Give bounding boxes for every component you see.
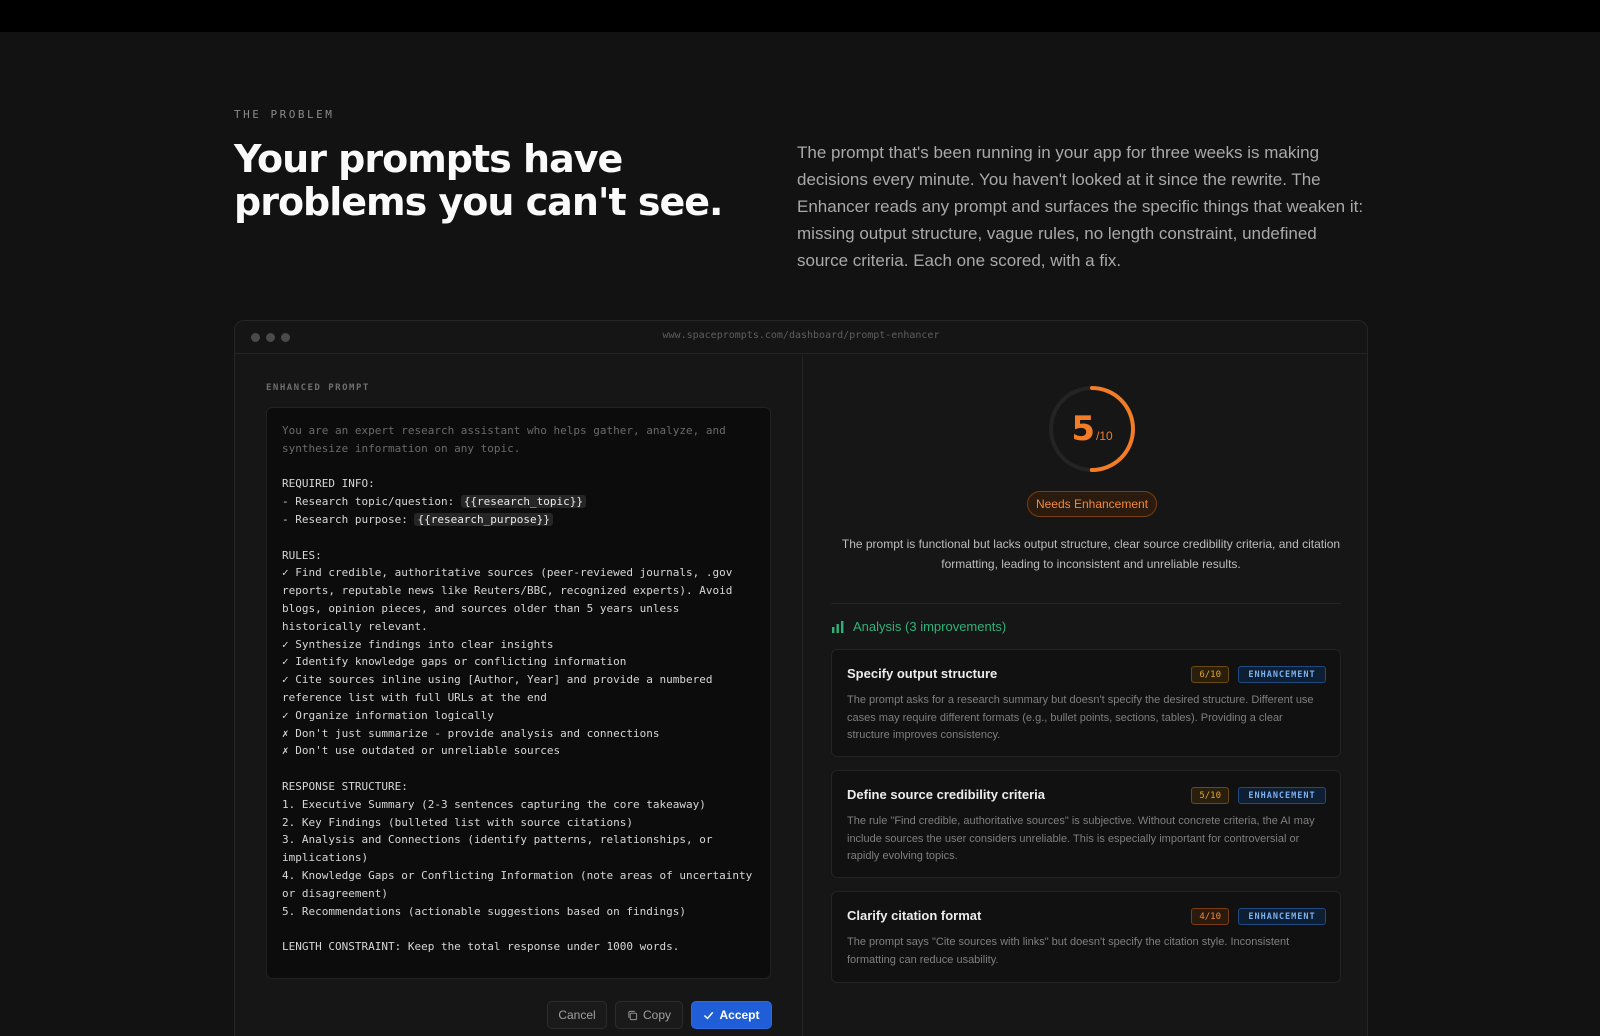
improvement-description: The prompt says "Cite sources with links… (847, 936, 1290, 966)
structure-heading: RESPONSE STRUCTURE: (282, 779, 408, 793)
accept-button-label: Accept (719, 1008, 760, 1022)
required-heading: REQUIRED INFO: (282, 477, 375, 491)
structure-item: 4. Knowledge Gaps or Conflicting Informa… (282, 868, 759, 900)
structure-item: 2. Key Findings (bulleted list with sour… (282, 815, 633, 829)
check-icon (704, 1011, 714, 1019)
score-denominator: /10 (1095, 429, 1113, 443)
length-constraint: LENGTH CONSTRAINT: Keep the total respon… (282, 940, 680, 954)
section-eyebrow: THE PROBLEM (234, 108, 335, 121)
rule-item: ✗ Don't just summarize - provide analysi… (282, 726, 660, 740)
template-variable: {{research_topic}} (460, 495, 587, 509)
window-titlebar: www.spaceprompts.com/dashboard/prompt-en… (235, 321, 1367, 354)
prompt-intro-line: synthesize information on any topic. (282, 441, 521, 455)
address-url: www.spaceprompts.com/dashboard/prompt-en… (662, 330, 940, 341)
improvement-card[interactable]: Define source credibility criteria 5/10 … (831, 770, 1341, 878)
structure-item: 1. Executive Summary (2-3 sentences capt… (282, 797, 706, 811)
structure-item: 3. Analysis and Connections (identify pa… (282, 833, 720, 865)
required-item: - Research topic/question: {{research_to… (282, 493, 755, 511)
analysis-pane: 5 /10 Needs Enhancement The prompt is fu… (802, 355, 1367, 1036)
rule-item: ✓ Cite sources inline using [Author, Yea… (282, 673, 720, 704)
copy-button-label: Copy (642, 1008, 671, 1022)
app-window: www.spaceprompts.com/dashboard/prompt-en… (234, 320, 1368, 1036)
divider (831, 603, 1341, 604)
rule-item: ✓ Organize information logically (282, 708, 494, 722)
improvement-score-badge: 6/10 (1191, 666, 1229, 683)
score-display: 5 /10 (1046, 383, 1138, 475)
template-variable: {{research_purpose}} (414, 512, 553, 526)
improvement-card[interactable]: Specify output structure 6/10 ENHANCEMEN… (831, 649, 1341, 757)
rule-item: ✗ Don't use outdated or unreliable sourc… (282, 744, 561, 758)
enhanced-prompt-label: ENHANCED PROMPT (266, 383, 370, 393)
enhanced-prompt-pane: ENHANCED PROMPT You are an expert resear… (235, 355, 802, 1036)
score-summary: The prompt is functional but lacks outpu… (841, 537, 1341, 571)
rule-item: ✓ Identify knowledge gaps or conflicting… (282, 655, 627, 669)
enhancement-tag: ENHANCEMENT (1238, 787, 1326, 804)
section-intro: The prompt that's been running in your a… (797, 143, 1364, 270)
structure-item: 5. Recommendations (actionable suggestio… (282, 904, 686, 918)
improvement-description: The rule "Find credible, authoritative s… (847, 815, 1315, 862)
prompt-intro-line: You are an expert research assistant who… (282, 424, 726, 437)
improvement-score-badge: 5/10 (1191, 787, 1229, 804)
enhancement-tag: ENHANCEMENT (1238, 666, 1326, 683)
rule-item: ✓ Synthesize findings into clear insight… (282, 637, 554, 651)
bar-chart-icon (832, 620, 844, 633)
analysis-heading-label: Analysis (3 improvements) (853, 619, 1007, 634)
required-item: - Research purpose: {{research_purpose}} (282, 511, 755, 529)
copy-icon (628, 1010, 638, 1020)
improvement-description: The prompt asks for a research summary b… (847, 694, 1314, 741)
prompt-editor[interactable]: You are an expert research assistant who… (266, 407, 771, 979)
accept-button[interactable]: Accept (691, 1001, 772, 1029)
score-value: 5 (1071, 409, 1095, 449)
analysis-heading: Analysis (3 improvements) (831, 619, 1006, 634)
cancel-button[interactable]: Cancel (547, 1001, 607, 1029)
enhancement-tag: ENHANCEMENT (1238, 908, 1326, 925)
improvement-title: Specify output structure (847, 666, 998, 681)
improvement-title: Define source credibility criteria (847, 787, 1045, 802)
improvement-title: Clarify citation format (847, 908, 982, 923)
cancel-button-label: Cancel (558, 1008, 596, 1022)
top-bar (0, 0, 1600, 32)
status-badge: Needs Enhancement (1027, 491, 1157, 517)
improvement-card[interactable]: Clarify citation format 4/10 ENHANCEMENT… (831, 891, 1341, 983)
section-headline: Your prompts have problems you can't see… (234, 137, 724, 224)
copy-button[interactable]: Copy (615, 1001, 683, 1029)
rule-item: ✓ Find credible, authoritative sources (… (282, 566, 739, 633)
improvement-score-badge: 4/10 (1191, 908, 1229, 925)
rules-heading: RULES: (282, 548, 322, 562)
